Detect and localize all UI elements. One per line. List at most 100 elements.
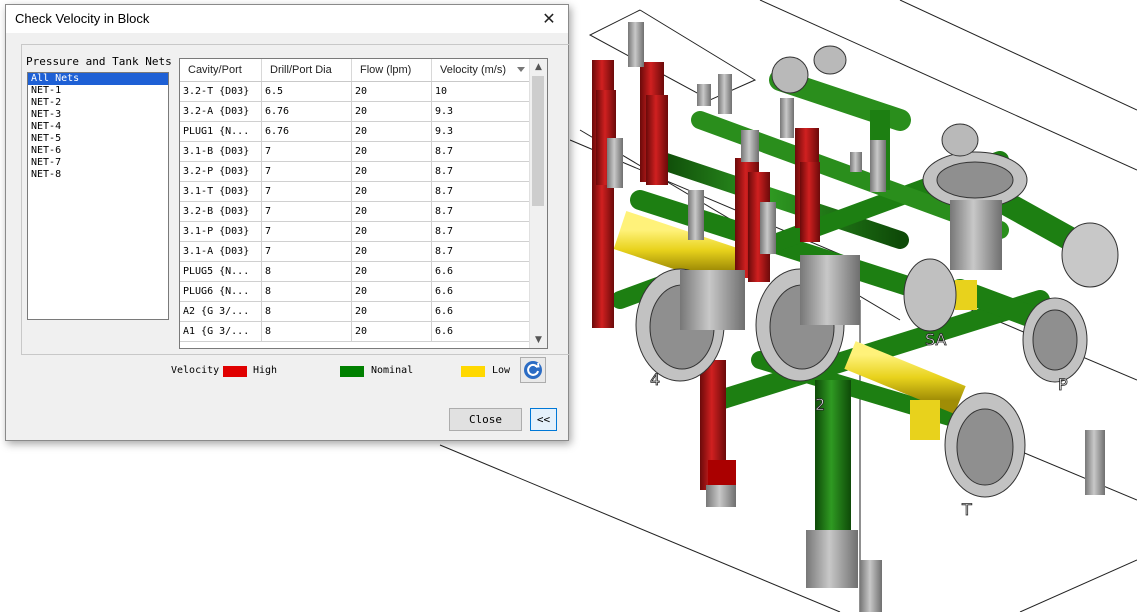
nets-label: Pressure and Tank Nets bbox=[26, 55, 172, 68]
table-row[interactable]: 3.1-B {D03} 7 20 8.7 bbox=[180, 142, 530, 162]
column-header-cavity[interactable]: Cavity/Port bbox=[180, 59, 262, 81]
table-cell: 20 bbox=[352, 262, 432, 282]
table-cell: 7 bbox=[262, 182, 352, 202]
table-row[interactable]: PLUG5 {N... 8 20 6.6 bbox=[180, 262, 530, 282]
table-row[interactable]: 3.1-T {D03} 7 20 8.7 bbox=[180, 182, 530, 202]
table-cell: 8 bbox=[262, 302, 352, 322]
velocity-table[interactable]: Cavity/Port Drill/Port Dia Flow (lpm) Ve… bbox=[179, 58, 548, 349]
net-list-item[interactable]: NET-4 bbox=[28, 121, 168, 133]
table-cell: 9.3 bbox=[432, 122, 530, 142]
table-cell: 8 bbox=[262, 282, 352, 302]
refresh-icon bbox=[524, 361, 542, 379]
table-cell: 3.1-T {D03} bbox=[180, 182, 262, 202]
table-cell: 8 bbox=[262, 262, 352, 282]
table-cell: 20 bbox=[352, 302, 432, 322]
table-cell: 3.1-A {D03} bbox=[180, 242, 262, 262]
scroll-thumb[interactable] bbox=[532, 76, 544, 206]
table-cell: 20 bbox=[352, 102, 432, 122]
nets-listbox[interactable]: All Nets NET-1 NET-2 NET-3 NET-4 NET-5 NET-6 NE… bbox=[27, 72, 169, 320]
refresh-button[interactable] bbox=[520, 357, 546, 383]
net-list-item[interactable]: NET-2 bbox=[28, 97, 168, 109]
table-scrollbar[interactable]: ▲ ▼ bbox=[529, 59, 547, 348]
table-cell: 6.6 bbox=[432, 302, 530, 322]
table-cell: 8.7 bbox=[432, 222, 530, 242]
table-cell: 10 bbox=[432, 82, 530, 102]
column-header-flow[interactable]: Flow (lpm) bbox=[352, 59, 432, 81]
port-label-2: 2 bbox=[815, 395, 825, 414]
table-cell: 6.5 bbox=[262, 82, 352, 102]
table-cell: 20 bbox=[352, 162, 432, 182]
net-list-item[interactable]: NET-6 bbox=[28, 145, 168, 157]
table-row[interactable]: A1 {G 3/... 8 20 6.6 bbox=[180, 322, 530, 342]
port-label-p: P bbox=[1058, 375, 1068, 394]
table-row[interactable]: 3.2-B {D03} 7 20 8.7 bbox=[180, 202, 530, 222]
column-header-velocity-label: Velocity (m/s) bbox=[440, 64, 507, 76]
table-cell: 6.6 bbox=[432, 262, 530, 282]
table-cell: 8.7 bbox=[432, 142, 530, 162]
close-button[interactable]: Close bbox=[449, 408, 522, 431]
title-bar: Check Velocity in Block ✕ bbox=[6, 5, 568, 33]
table-cell: 6.76 bbox=[262, 122, 352, 142]
legend-high-label: High bbox=[253, 365, 278, 376]
table-cell: PLUG1 {N... bbox=[180, 122, 262, 142]
table-cell: 3.2-B {D03} bbox=[180, 202, 262, 222]
table-cell: 8.7 bbox=[432, 182, 530, 202]
table-row[interactable]: 3.2-P {D03} 7 20 8.7 bbox=[180, 162, 530, 182]
net-list-item[interactable]: NET-1 bbox=[28, 85, 168, 97]
net-list-item[interactable]: NET-7 bbox=[28, 157, 168, 169]
table-cell: 6.6 bbox=[432, 282, 530, 302]
table-cell: 3.2-A {D03} bbox=[180, 102, 262, 122]
table-cell: 20 bbox=[352, 222, 432, 242]
check-velocity-dialog: Check Velocity in Block ✕ Pressure and T… bbox=[5, 4, 570, 441]
table-cell: PLUG5 {N... bbox=[180, 262, 262, 282]
legend-low-label: Low bbox=[492, 365, 511, 376]
table-row[interactable]: A2 {G 3/... 8 20 6.6 bbox=[180, 302, 530, 322]
table-cell: 6.76 bbox=[262, 102, 352, 122]
table-cell: 20 bbox=[352, 142, 432, 162]
table-cell: 20 bbox=[352, 322, 432, 342]
table-header: Cavity/Port Drill/Port Dia Flow (lpm) Ve… bbox=[180, 59, 530, 82]
port-label-4: 4 bbox=[650, 370, 660, 389]
table-cell: 20 bbox=[352, 282, 432, 302]
table-cell: 9.3 bbox=[432, 102, 530, 122]
net-list-item[interactable]: NET-8 bbox=[28, 169, 168, 181]
legend-nominal-label: Nominal bbox=[371, 365, 414, 376]
table-cell: 7 bbox=[262, 202, 352, 222]
table-row[interactable]: PLUG6 {N... 8 20 6.6 bbox=[180, 282, 530, 302]
table-cell: 20 bbox=[352, 202, 432, 222]
collapse-button[interactable]: << bbox=[530, 408, 557, 431]
table-row[interactable]: 3.1-A {D03} 7 20 8.7 bbox=[180, 242, 530, 262]
table-row[interactable]: 3.2-A {D03} 6.76 20 9.3 bbox=[180, 102, 530, 122]
legend-nominal-swatch bbox=[340, 366, 364, 377]
table-cell: 20 bbox=[352, 242, 432, 262]
scroll-down-icon[interactable]: ▼ bbox=[530, 332, 547, 348]
net-list-item[interactable]: NET-3 bbox=[28, 109, 168, 121]
table-cell: 3.1-P {D03} bbox=[180, 222, 262, 242]
port-label-sa: SA bbox=[925, 330, 946, 349]
table-row[interactable]: 3.2-T {D03} 6.5 20 10 bbox=[180, 82, 530, 102]
legend-low-swatch bbox=[461, 366, 485, 377]
scroll-up-icon[interactable]: ▲ bbox=[530, 59, 547, 75]
dialog-title: Check Velocity in Block bbox=[15, 11, 150, 26]
table-cell: 7 bbox=[262, 242, 352, 262]
net-list-item[interactable]: NET-5 bbox=[28, 133, 168, 145]
net-list-item[interactable]: All Nets bbox=[28, 73, 168, 85]
table-cell: 7 bbox=[262, 142, 352, 162]
table-cell: 3.2-T {D03} bbox=[180, 82, 262, 102]
table-cell: 8.7 bbox=[432, 162, 530, 182]
table-cell: 8.7 bbox=[432, 242, 530, 262]
table-cell: A2 {G 3/... bbox=[180, 302, 262, 322]
table-cell: A1 {G 3/... bbox=[180, 322, 262, 342]
port-label-t: T bbox=[961, 500, 972, 519]
column-header-drill[interactable]: Drill/Port Dia bbox=[262, 59, 352, 81]
table-cell: 7 bbox=[262, 222, 352, 242]
legend-high-swatch bbox=[223, 366, 247, 377]
table-row[interactable]: PLUG1 {N... 6.76 20 9.3 bbox=[180, 122, 530, 142]
table-cell: 6.6 bbox=[432, 322, 530, 342]
close-icon[interactable]: ✕ bbox=[538, 8, 560, 30]
table-cell: 3.1-B {D03} bbox=[180, 142, 262, 162]
table-cell: 3.2-P {D03} bbox=[180, 162, 262, 182]
sort-arrow-icon bbox=[517, 67, 525, 72]
column-header-velocity[interactable]: Velocity (m/s) bbox=[432, 59, 530, 81]
table-row[interactable]: 3.1-P {D03} 7 20 8.7 bbox=[180, 222, 530, 242]
